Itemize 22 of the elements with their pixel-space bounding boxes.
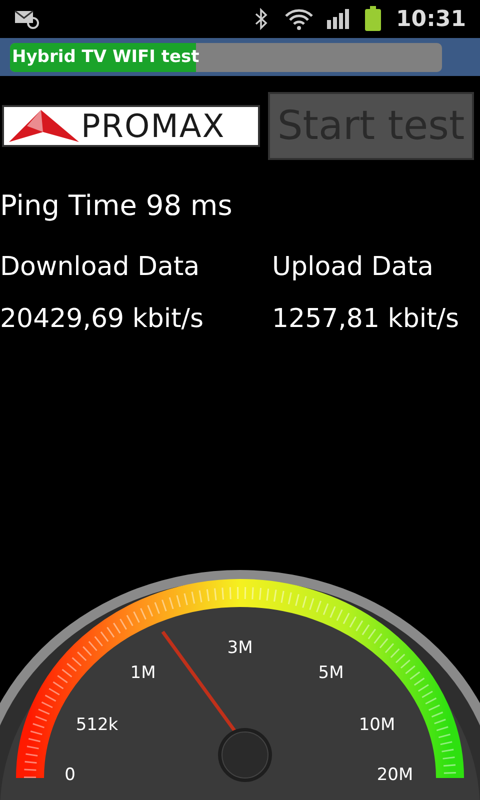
- result-value: 1257,81 kbit/s: [272, 303, 460, 336]
- scale-label: 20M: [376, 765, 414, 785]
- window-title: Hybrid TV WIFI test: [11, 46, 200, 68]
- scale-label: 0: [64, 765, 76, 785]
- scale-label: 5M: [318, 663, 344, 683]
- logo-text: PROMAX: [81, 110, 226, 142]
- signal-icon: [326, 8, 350, 30]
- ping-time: Ping Time 98 ms: [0, 188, 234, 224]
- scale-label: 1M: [130, 663, 156, 683]
- scale-label: 10M: [358, 715, 396, 735]
- result-value: 20429,69 kbit/s: [0, 303, 205, 336]
- battery-icon: [364, 6, 382, 32]
- bluetooth-icon: [254, 8, 268, 30]
- result-label: Download Data: [0, 251, 201, 284]
- scale-label: 3M: [227, 638, 253, 658]
- scale-label: 512k: [76, 715, 118, 735]
- wifi-icon: [284, 7, 314, 31]
- result-label: Upload Data: [272, 251, 434, 284]
- triangle-icon: [7, 108, 79, 144]
- clock-time: 10:31: [396, 6, 466, 34]
- mail-icon: [14, 9, 40, 29]
- needle-hub: [218, 728, 272, 782]
